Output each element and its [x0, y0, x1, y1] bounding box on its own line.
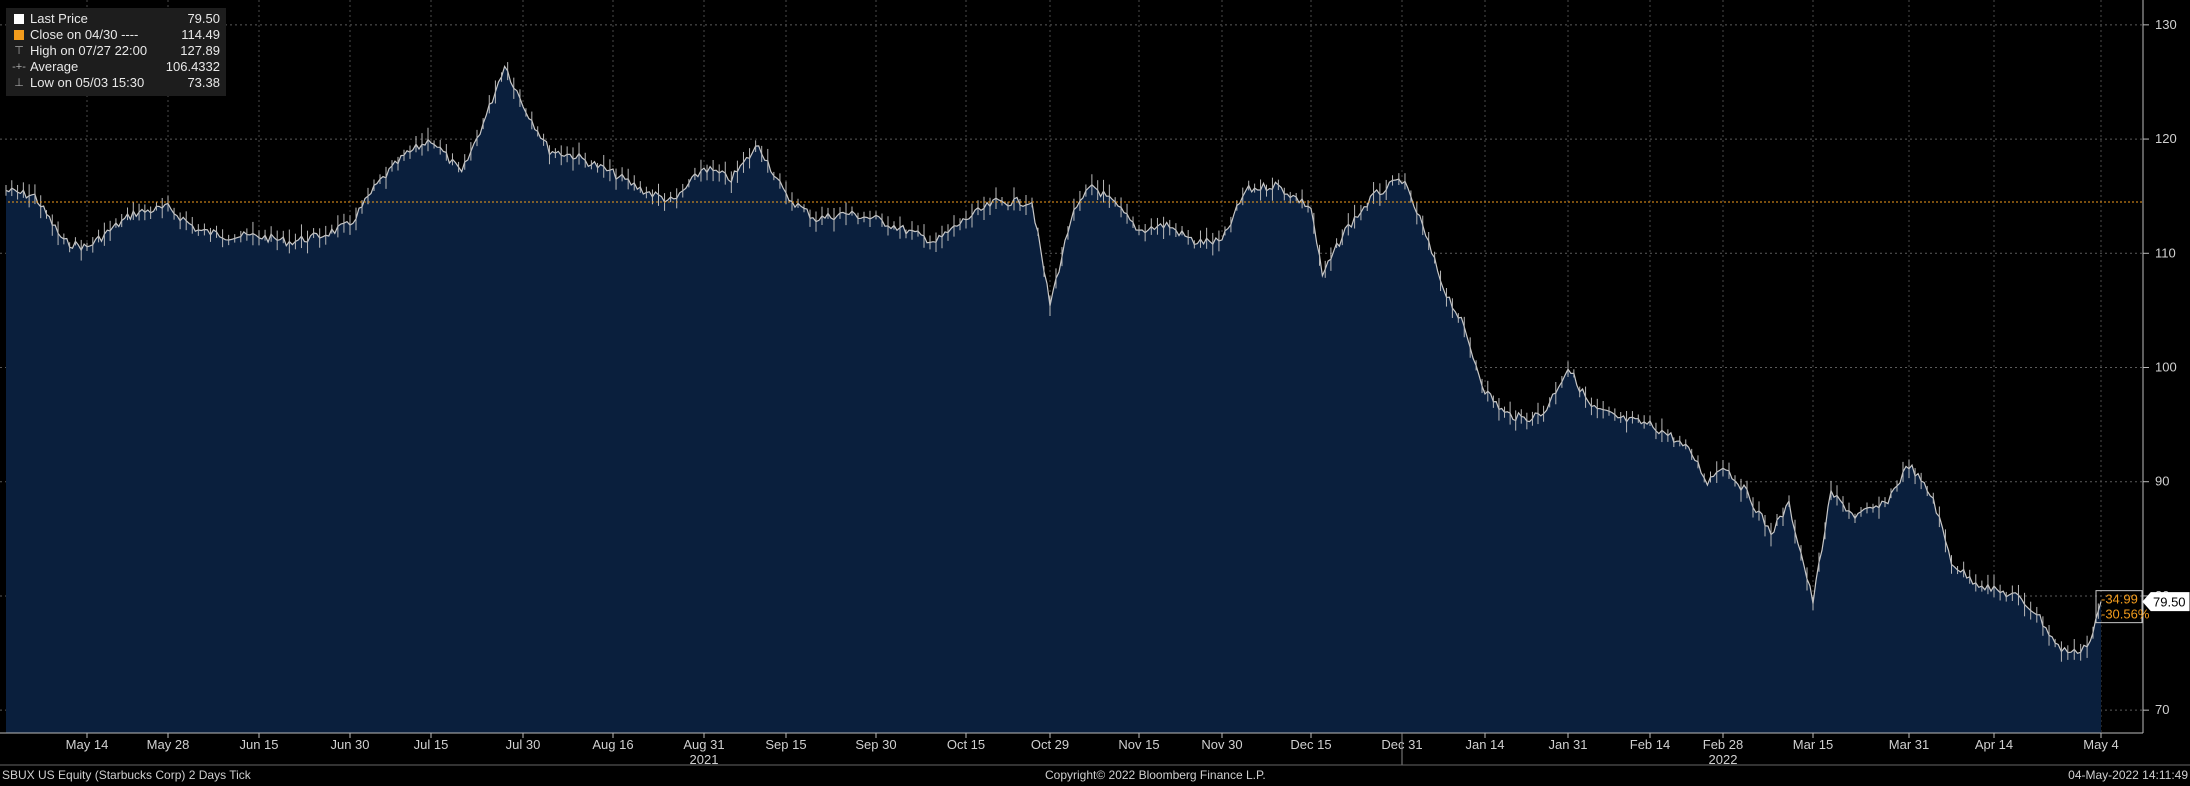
- x-tick-label: Jan 14: [1465, 737, 1504, 752]
- legend-value: 73.38: [187, 75, 220, 90]
- x-tick-label: Aug 16: [592, 737, 633, 752]
- x-tick-label: Mar 31: [1889, 737, 1929, 752]
- legend-label: Low on 05/03 15:30: [30, 75, 145, 90]
- price-area: [6, 66, 2101, 733]
- legend-value: 106.4332: [165, 59, 220, 74]
- high-marker-icon: ⊤: [14, 45, 24, 57]
- x-tick-label: Sep 15: [765, 737, 806, 752]
- y-tick-label: 70: [2155, 702, 2169, 717]
- legend-value: 127.89: [180, 43, 220, 58]
- x-tick-label: Mar 15: [1793, 737, 1833, 752]
- x-tick-label: May 14: [66, 737, 109, 752]
- square-icon: [12, 28, 26, 42]
- footer-timestamp: 04-May-2022 14:11:49: [2068, 768, 2188, 782]
- legend-label: Last Price: [30, 11, 88, 26]
- y-tick-label: 110: [2155, 245, 2176, 260]
- x-tick-label: Apr 14: [1975, 737, 2013, 752]
- x-tick-label: Dec 15: [1290, 737, 1331, 752]
- legend-value: 114.49: [181, 27, 220, 42]
- price-chart: 708090100110120130May 14May 28Jun 15Jun …: [0, 0, 2190, 767]
- legend-close: Close on 04/30 ---- 114.49: [12, 27, 226, 43]
- square-icon: [12, 12, 26, 26]
- last-price-value: 79.50: [2153, 595, 2186, 610]
- x-tick-label: Jun 30: [330, 737, 369, 752]
- footer-security: SBUX US Equity (Starbucks Corp) 2 Days T…: [2, 768, 251, 782]
- change-label: -30.56%: [2101, 607, 2150, 622]
- legend-label: High on 07/27 22:00: [30, 43, 148, 58]
- y-tick-label: 130: [2155, 17, 2177, 32]
- chart-legend: Last Price 79.50 Close on 04/30 ---- 114…: [6, 8, 226, 96]
- average-marker-icon: -+-: [12, 61, 26, 73]
- footer-copyright: Copyright© 2022 Bloomberg Finance L.P.: [1045, 768, 1266, 782]
- x-tick-label: Feb 14: [1630, 737, 1670, 752]
- legend-average: -+- Average 106.4332: [12, 59, 226, 75]
- x-tick-label: Jul 30: [506, 737, 541, 752]
- change-label: -34.99: [2101, 592, 2138, 607]
- legend-label: Average: [30, 59, 79, 74]
- x-tick-label: Jan 31: [1548, 737, 1587, 752]
- x-tick-label: May 28: [147, 737, 190, 752]
- x-tick-label: Jun 15: [239, 737, 278, 752]
- x-tick-label: Nov 30: [1201, 737, 1242, 752]
- legend-last-price: Last Price 79.50: [12, 11, 226, 27]
- x-tick-label: May 4: [2083, 737, 2118, 752]
- x-tick-label: Oct 29: [1031, 737, 1069, 752]
- legend-low: ⊥ Low on 05/03 15:30 73.38: [12, 75, 226, 91]
- x-tick-label: Feb 28: [1703, 737, 1743, 752]
- y-tick-label: 90: [2155, 474, 2169, 489]
- x-tick-label: Nov 15: [1118, 737, 1159, 752]
- y-tick-label: 120: [2155, 131, 2177, 146]
- low-marker-icon: ⊥: [14, 77, 24, 89]
- legend-label: Close on 04/30 ----: [30, 27, 139, 42]
- x-tick-label: Sep 30: [855, 737, 896, 752]
- x-tick-label: Jul 15: [414, 737, 449, 752]
- x-tick-label: Oct 15: [947, 737, 985, 752]
- legend-value: 79.50: [187, 11, 220, 26]
- x-tick-label: Aug 31: [683, 737, 724, 752]
- y-tick-label: 100: [2155, 360, 2177, 375]
- legend-high: ⊤ High on 07/27 22:00 127.89: [12, 43, 226, 59]
